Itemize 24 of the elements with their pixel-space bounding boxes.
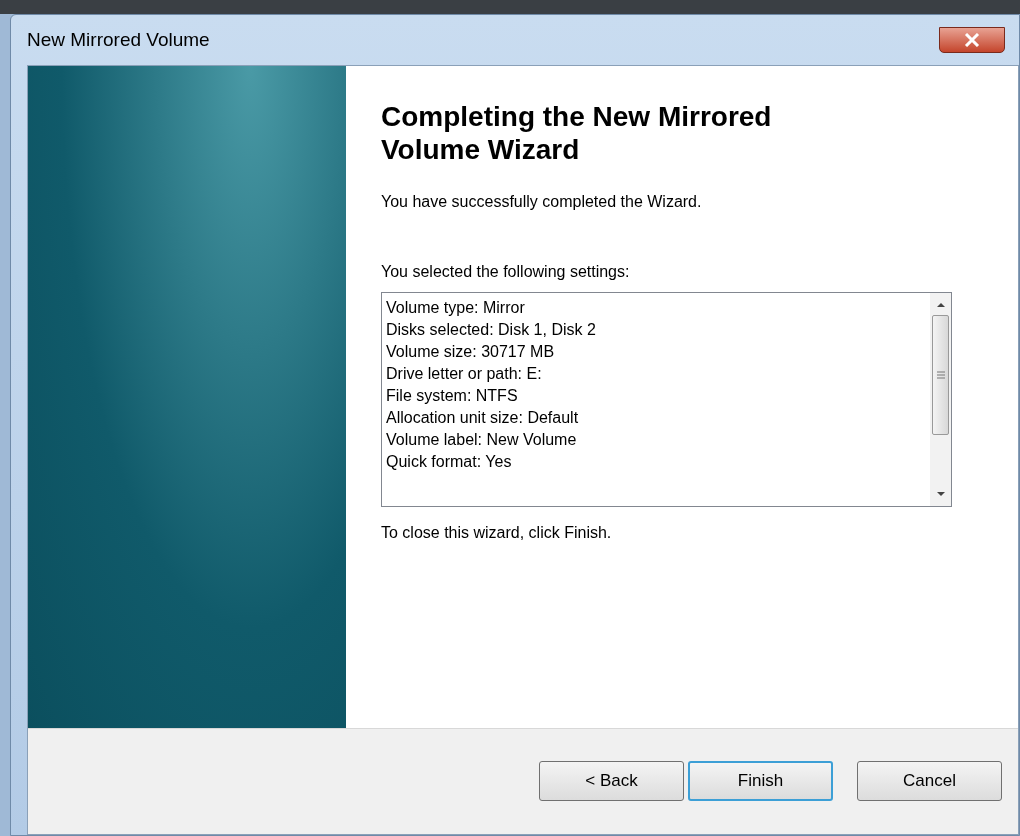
setting-line: Volume size: 30717 MB <box>386 342 556 362</box>
setting-line: Disks selected: Disk 1, Disk 2 <box>386 320 597 340</box>
setting-line: Quick format: Yes <box>386 452 513 472</box>
setting-line: Volume type: Mirror <box>386 298 526 318</box>
setting-line: Volume label: New Volume <box>386 430 578 450</box>
setting-line: File system: NTFS <box>386 386 519 406</box>
closing-text: To close this wizard, click Finish. <box>381 523 613 543</box>
dialog-button[interactable]: < Back <box>539 761 684 801</box>
settings-list[interactable]: Volume type: Mirror Disks selected: Disk 1, Disk 2 Volume size: 30717 MB Drive letter or path: E: File system: NTFS Allocation unit size: Default Volume label: New Volume Quick format: Yes <box>381 292 952 507</box>
scroll-down-icon <box>936 492 945 496</box>
scroll-up-icon <box>936 303 945 307</box>
setting-line: Drive letter or path: E: <box>386 364 543 384</box>
scroll-thumb[interactable] <box>932 315 949 435</box>
dialog-button[interactable]: Finish <box>688 761 833 801</box>
dialog-button[interactable]: Cancel <box>857 761 1002 801</box>
grip-icon <box>936 371 945 379</box>
window-title: New Mirrored Volume <box>27 27 210 52</box>
close-button[interactable] <box>939 27 1005 53</box>
scrollbar[interactable] <box>930 293 951 506</box>
intro-text: You have successfully completed the Wizard. <box>381 192 703 212</box>
close-icon <box>964 33 980 47</box>
settings-label: You selected the following settings: <box>381 262 631 282</box>
setting-line: Allocation unit size: Default <box>386 408 580 428</box>
wizard-heading: Completing the New Mirrored Volume Wizard <box>381 100 773 166</box>
